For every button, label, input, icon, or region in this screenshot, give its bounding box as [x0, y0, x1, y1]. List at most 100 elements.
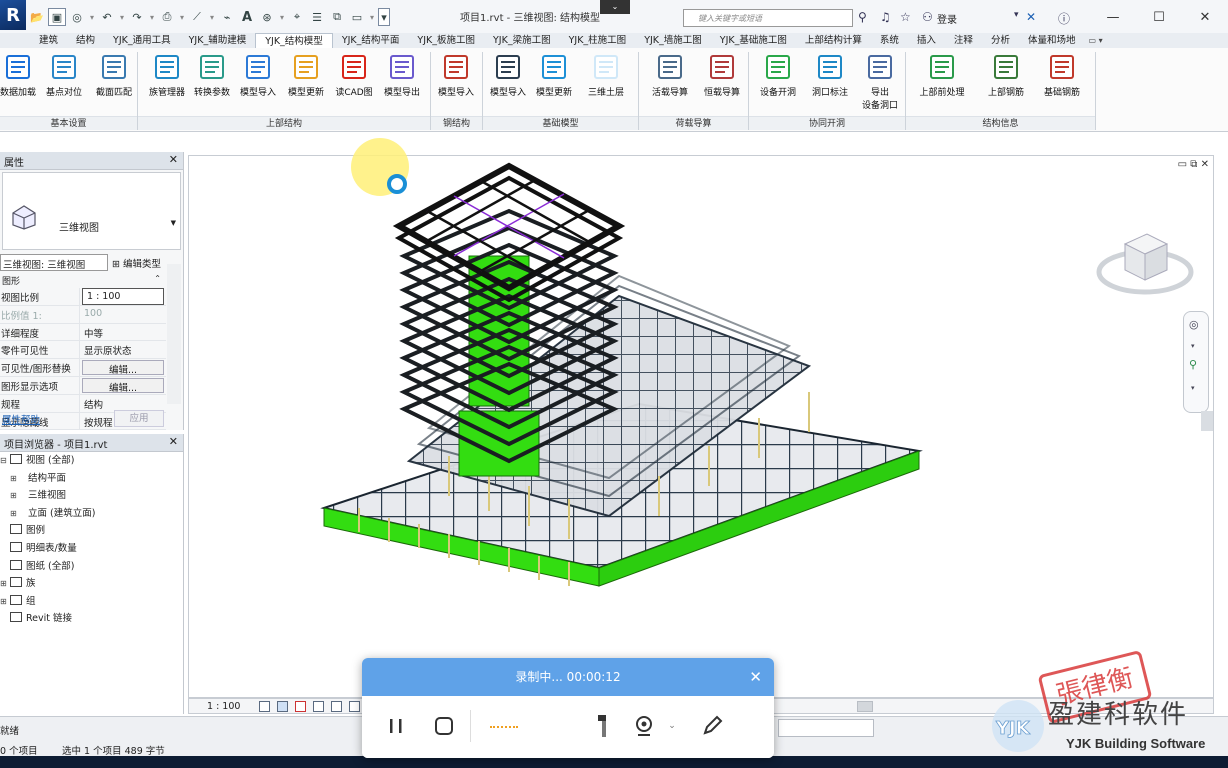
3d-view-canvas[interactable]: ▭ ⧉ ✕ ◎ ▾ ⚲ ▾	[188, 138, 1215, 699]
tool-button-19[interactable]: 上部钢筋	[982, 50, 1030, 112]
browser-node[interactable]: ⊞ 族	[0, 575, 183, 593]
save-icon[interactable]: ▣	[48, 8, 66, 26]
tool-button-5[interactable]: 模型导入	[234, 50, 282, 112]
properties-scrollbar[interactable]	[167, 264, 181, 404]
tab-0[interactable]: 建筑	[30, 33, 67, 48]
view-scale[interactable]: 1 : 100	[207, 701, 240, 712]
user-icon[interactable]: ⚇	[922, 10, 933, 24]
close-icon[interactable]: ✕	[749, 658, 762, 696]
expand-icon[interactable]: ⊞	[0, 593, 10, 611]
webcam-icon[interactable]	[628, 710, 660, 742]
property-value[interactable]: 中等	[80, 324, 166, 341]
close-icon[interactable]: ✕	[169, 153, 178, 166]
properties-help-link[interactable]: 属性帮助	[2, 412, 40, 426]
tool-button-13[interactable]: 活载导算	[646, 50, 694, 112]
browser-node[interactable]: 图例	[0, 522, 183, 540]
tool-button-2[interactable]: 截面匹配	[90, 50, 138, 112]
tab-2[interactable]: YJK_通用工具	[104, 33, 180, 48]
property-value[interactable]: 1 : 100	[82, 288, 164, 305]
tab-7[interactable]: YJK_梁施工图	[484, 33, 560, 48]
temporary-hide-icon[interactable]	[349, 701, 360, 712]
revit-app-menu-icon[interactable]: R	[0, 0, 26, 30]
help-icon[interactable]: ⓘ	[1058, 10, 1070, 27]
tab-15[interactable]: 分析	[982, 33, 1019, 48]
property-value[interactable]: 显示原状态	[80, 341, 166, 358]
tool-button-3[interactable]: 族管理器	[143, 50, 191, 112]
viewcube-icon[interactable]	[1095, 214, 1195, 304]
tab-10[interactable]: YJK_基础施工图	[711, 33, 796, 48]
switch-windows-icon[interactable]: ▭	[348, 8, 366, 26]
tab-4[interactable]: YJK_结构模型	[255, 33, 333, 48]
tab-8[interactable]: YJK_柱施工图	[560, 33, 636, 48]
tool-button-6[interactable]: 模型更新	[282, 50, 330, 112]
tool-button-4[interactable]: 转换参数	[188, 50, 236, 112]
minimize-button[interactable]: —	[1090, 0, 1136, 34]
tool-button-9[interactable]: 模型导入	[432, 50, 480, 112]
tool-button-12[interactable]: 三维土层	[582, 50, 630, 112]
visual-style-icon[interactable]	[277, 701, 288, 712]
measure-icon[interactable]: ⟋	[188, 8, 206, 26]
expand-icon[interactable]: ⊞	[10, 505, 20, 523]
thin-lines-icon[interactable]: ☰	[308, 8, 326, 26]
category-graphics[interactable]: 图形 ⌃	[0, 274, 183, 288]
tab-5[interactable]: YJK_结构平面	[333, 33, 409, 48]
close-icon[interactable]: ✕	[169, 435, 178, 448]
login-dropdown-icon[interactable]: ▾	[1014, 10, 1019, 20]
tab-9[interactable]: YJK_墙施工图	[635, 33, 711, 48]
edit-type-button[interactable]: ⊞ 编辑类型	[112, 256, 161, 270]
tab-13[interactable]: 插入	[908, 33, 945, 48]
view-instance-select[interactable]: 三维视图: 三维视图	[0, 254, 108, 271]
browser-node[interactable]: ⊞ 组	[0, 593, 183, 611]
browser-node[interactable]: ⊞ 结构平面	[0, 470, 183, 488]
dimension-icon[interactable]: ⌁	[218, 8, 236, 26]
sync-icon[interactable]: ◎	[68, 8, 86, 26]
redo-icon[interactable]: ↷	[128, 8, 146, 26]
tab-16[interactable]: 体量和场地	[1019, 33, 1085, 48]
tab-11[interactable]: 上部结构计算	[796, 33, 871, 48]
browser-node[interactable]: ⊞ 立面 (建筑立面)	[0, 505, 183, 523]
vertical-scrollbar[interactable]	[1201, 411, 1213, 431]
chevron-down-icon[interactable]: ⌄	[664, 710, 680, 742]
collapse-icon[interactable]: ⌃	[154, 274, 161, 283]
edit-button[interactable]: 编辑...	[82, 360, 164, 375]
type-selector[interactable]: 三维视图 ▼	[2, 172, 181, 250]
structural-model[interactable]	[189, 156, 1215, 699]
pen-icon[interactable]	[696, 710, 728, 742]
tool-button-7[interactable]: 读CAD图	[330, 50, 378, 112]
zoom-icon[interactable]: ⚲	[1189, 358, 1197, 371]
expand-icon[interactable]: ⊟	[0, 452, 10, 470]
close-button[interactable]: ✕	[1182, 0, 1228, 34]
tool-button-11[interactable]: 模型更新	[530, 50, 578, 112]
sun-path-icon[interactable]	[295, 701, 306, 712]
login-link[interactable]: 登录	[937, 11, 957, 26]
pause-icon[interactable]	[380, 710, 412, 742]
open-icon[interactable]: 📂	[28, 8, 46, 26]
tool-button-20[interactable]: 基础钢筋	[1038, 50, 1086, 112]
tool-button-0[interactable]: 数据加载	[0, 50, 42, 112]
shadows-icon[interactable]	[313, 701, 324, 712]
tool-button-15[interactable]: 设备开洞	[754, 50, 802, 112]
browser-node[interactable]: 图纸 (全部)	[0, 558, 183, 576]
tab-3[interactable]: YJK_辅助建模	[180, 33, 256, 48]
tool-button-8[interactable]: 模型导出	[378, 50, 426, 112]
favorites-star-icon[interactable]: ☆	[900, 10, 911, 24]
search-input[interactable]: 键入关键字或短语	[683, 9, 853, 27]
apply-button[interactable]: 应用	[114, 410, 164, 427]
steering-wheel-icon[interactable]: ◎	[1189, 318, 1199, 331]
exchange-apps-icon[interactable]: ✕	[1026, 10, 1036, 24]
tool-button-10[interactable]: 模型导入	[484, 50, 532, 112]
3d-view-icon[interactable]: ⊛	[258, 8, 276, 26]
tool-button-18[interactable]: 上部前处理	[918, 50, 966, 112]
detail-level-icon[interactable]	[259, 701, 270, 712]
chevron-down-icon[interactable]: ▼	[171, 219, 176, 227]
chevron-down-icon[interactable]: ⌄	[600, 0, 630, 14]
expand-icon[interactable]: ⊞	[0, 575, 10, 593]
chevron-down-icon[interactable]: ▾	[1191, 384, 1195, 392]
undo-icon[interactable]: ↶	[98, 8, 116, 26]
expand-icon[interactable]: ⊞	[10, 470, 20, 488]
crop-view-icon[interactable]	[331, 701, 342, 712]
microphone-icon[interactable]	[588, 710, 620, 742]
ribbon-options-icon[interactable]: ▭ ▾	[1088, 36, 1102, 45]
tab-14[interactable]: 注释	[945, 33, 982, 48]
browser-node[interactable]: 明细表/数量	[0, 540, 183, 558]
